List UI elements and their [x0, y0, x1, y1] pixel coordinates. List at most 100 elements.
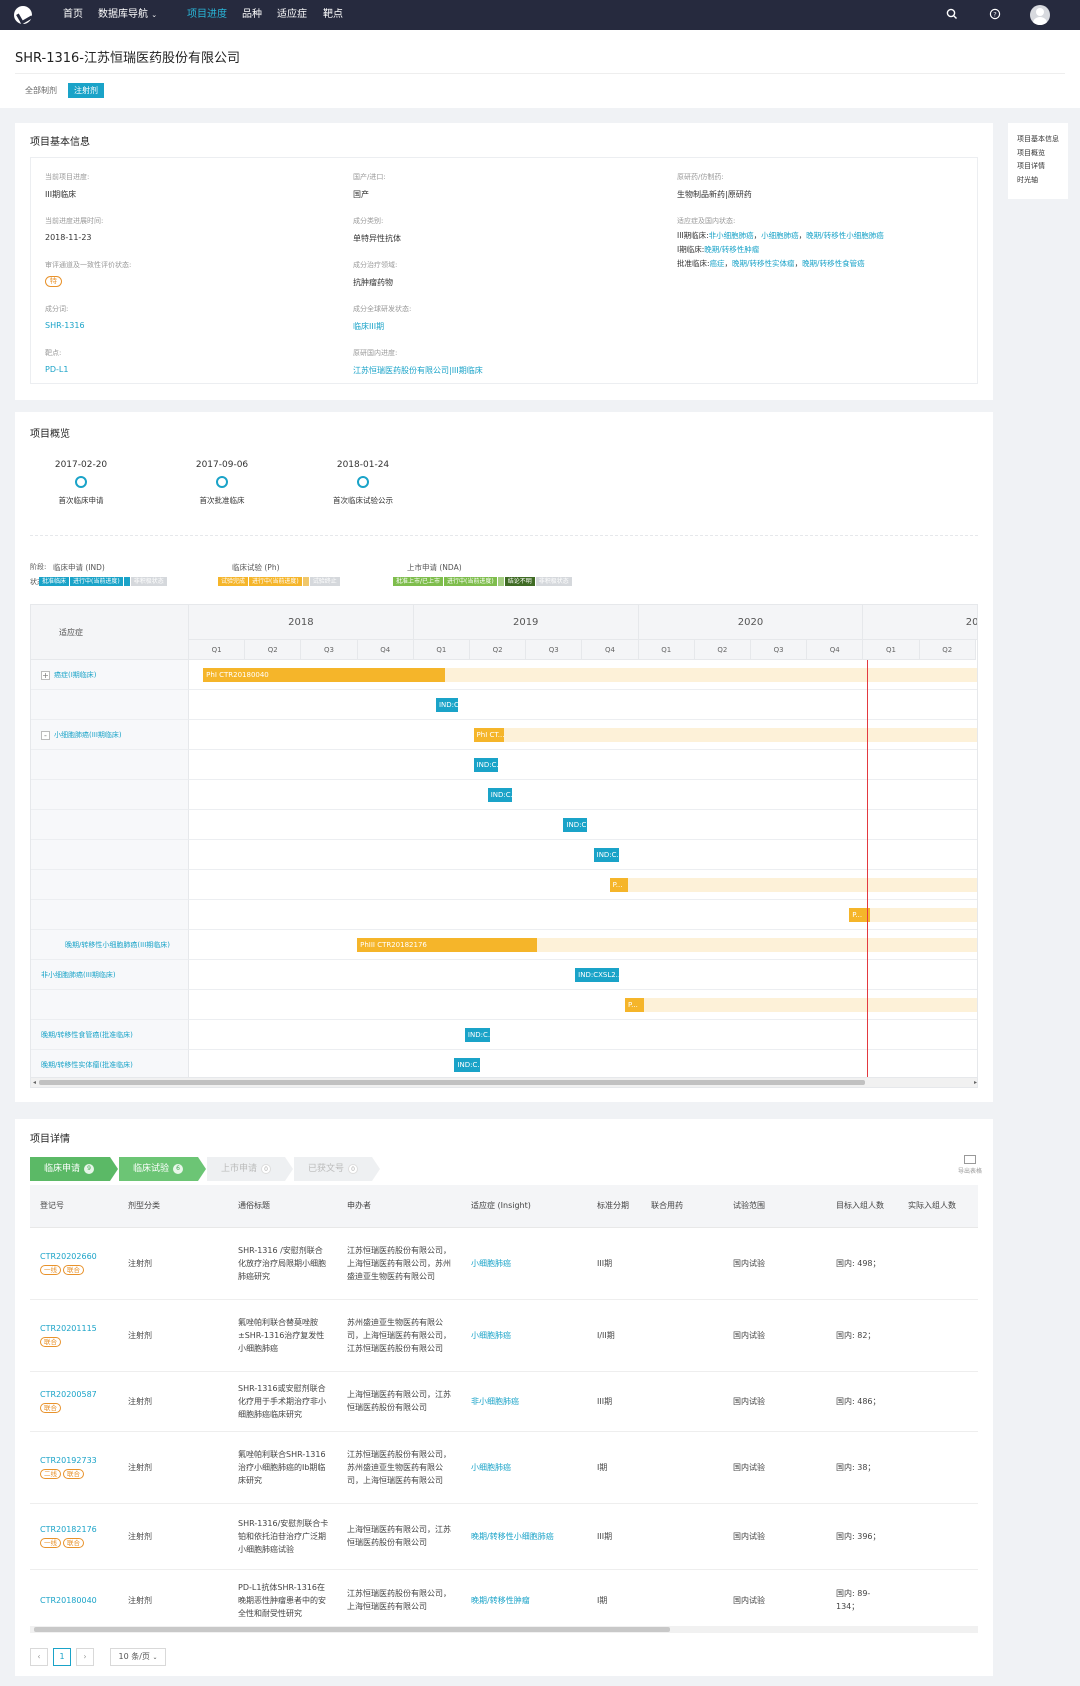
original-domestic-link[interactable]: 江苏恒瑞医药股份有限公司|III期临床 [353, 365, 653, 376]
gantt-horizontal-scrollbar[interactable]: ◂ ▸ [31, 1077, 977, 1087]
nav-variety[interactable]: 品种 [242, 0, 262, 30]
line-tag-badge: 二线 [40, 1469, 61, 1479]
nav-indication[interactable]: 适应症 [277, 0, 307, 30]
indication-link[interactable]: 晚期/转移性实体瘤 [732, 259, 795, 268]
indication-link[interactable]: 晚期/转移性肿瘤 [471, 1594, 579, 1607]
nav-project-progress[interactable]: 项目进度 [187, 0, 227, 30]
step-clinical-trial[interactable]: 临床试验 6 [119, 1157, 198, 1181]
indication-link[interactable]: 小细胞肺癌 [471, 1329, 579, 1342]
next-page-button[interactable]: › [76, 1648, 94, 1666]
gantt-row-label[interactable]: + 癌症(I期临床) [31, 660, 189, 690]
anchor-overview[interactable]: 项目概览 [1017, 147, 1068, 161]
gantt-ind-bar[interactable]: IND:C... [435, 698, 459, 712]
tab-injection[interactable]: 注射剂 [68, 83, 104, 98]
gantt-row-label-text: 小细胞肺癌(III期临床) [54, 731, 122, 739]
anchor-basic-info[interactable]: 项目基本信息 [1017, 133, 1068, 147]
column-header: 登记号 [30, 1185, 118, 1228]
review-status-badge: 特 [45, 276, 62, 287]
table-row: CTR20200587 联合 注射剂 SHR-1316或安慰剂联合化疗用于手术期治疗非… [30, 1371, 978, 1432]
cell-sponsor: 江苏恒瑞医药股份有限公司，苏州盛迪亚生物医药有限公司，上海恒瑞医药有限公司 [337, 1431, 461, 1504]
page-size-select[interactable]: 10 条/页 ⌄ [110, 1648, 166, 1666]
step-arrow-icon [285, 1157, 293, 1181]
indication-link[interactable]: 非小细胞肺癌 [709, 231, 754, 240]
field-orig: 原研药/仿制药: 生物制品新药|原研药 [677, 172, 977, 200]
gantt-row-label-text: 晚期/转移性实体瘤(批准临床) [41, 1061, 133, 1069]
indication-link[interactable]: 癌症 [710, 259, 725, 268]
anchor-details[interactable]: 项目详情 [1017, 160, 1068, 174]
step-approval-number[interactable]: 已获文号 0 [294, 1157, 372, 1181]
gantt-indication-header: 适应症 [31, 605, 189, 660]
step-clinical-application[interactable]: 临床申请 9 [30, 1157, 110, 1181]
gantt-ind-bar[interactable]: IND:C... [454, 1058, 480, 1072]
field-global-label: 成分全球研发状态: [353, 305, 412, 313]
page-1-button[interactable]: 1 [53, 1648, 71, 1666]
indication-link[interactable]: 小细胞肺癌 [471, 1461, 579, 1474]
indication-link[interactable]: 小细胞肺癌 [761, 231, 799, 240]
step-market-application[interactable]: 上市申请 0 [207, 1157, 285, 1181]
legend-chip: 批准上市/已上市 [393, 576, 444, 586]
user-avatar[interactable] [1030, 5, 1050, 25]
indication-link[interactable]: 小细胞肺癌 [471, 1257, 579, 1270]
tab-all-forms[interactable]: 全部制剂 [19, 83, 63, 98]
registration-link[interactable]: CTR20202660 [40, 1250, 110, 1263]
gantt-row-label[interactable]: 晚期/转移性食管癌(批准临床) [31, 1020, 189, 1050]
table-horizontal-scrollbar[interactable] [30, 1626, 978, 1633]
registration-link[interactable]: CTR20201115 [40, 1322, 110, 1335]
legend-stage-name: 临床试验 (Ph) [232, 563, 280, 572]
global-status-link[interactable]: 临床III期 [353, 321, 653, 332]
gantt-year-label: 2020 [638, 605, 864, 640]
gantt-quarter-label: Q4 [807, 640, 864, 660]
gantt-quarter-label: Q2 [919, 640, 976, 660]
nav-target[interactable]: 靶点 [323, 0, 343, 30]
gantt-row-label[interactable]: 非小细胞肺癌(III期临床) [31, 960, 189, 990]
gantt-ind-bar[interactable]: IND:C... [563, 818, 588, 832]
collapse-icon[interactable]: - [41, 730, 50, 740]
search-icon[interactable] [945, 8, 959, 22]
gantt-ind-bar[interactable]: IND:C... [473, 758, 499, 772]
gantt-ind-bar[interactable]: IND:C... [487, 788, 513, 802]
nav-database[interactable]: 数据库导航 ⌄ [98, 0, 157, 30]
gantt-row-track [189, 1050, 977, 1080]
gantt-trial-bar[interactable]: P... [609, 878, 629, 892]
scroll-right-icon[interactable]: ▸ [974, 1078, 977, 1087]
scroll-left-icon[interactable]: ◂ [33, 1078, 36, 1087]
registration-link[interactable]: CTR20200587 [40, 1388, 110, 1401]
field-origin: 国产/进口: 国产 [353, 172, 653, 200]
prev-page-button[interactable]: ‹ [30, 1648, 48, 1666]
gantt-trial-bar[interactable]: PhIII CTR20182176 [357, 938, 537, 952]
indication-link[interactable]: 晚期/转移性食管癌 [802, 259, 865, 268]
gantt-ind-bar[interactable]: IND:CXSL2... [575, 968, 619, 982]
indication-link[interactable]: 晚期/转移性肿瘤 [704, 245, 759, 254]
indication-link[interactable]: 晚期/转移性小细胞肺癌 [806, 231, 884, 240]
scroll-thumb[interactable] [39, 1080, 865, 1085]
legend-chip: 批准临床 [39, 576, 70, 586]
gantt-row-label[interactable]: 晚期/转移性实体瘤(批准临床) [31, 1050, 189, 1080]
table-row: CTR20182176 一线 联合 注射剂 SHR-1316/安慰剂联合卡铂和依托泊苷治… [30, 1503, 978, 1570]
gantt-quarter-label: Q1 [413, 640, 470, 660]
gantt-trial-bar[interactable]: PhI CT... [473, 728, 504, 742]
expand-icon[interactable]: + [41, 670, 50, 680]
indication-link[interactable]: 非小细胞肺癌 [471, 1395, 579, 1408]
gantt-trial-bar[interactable]: P... [625, 998, 645, 1012]
anchor-timeline[interactable]: 时光轴 [1017, 174, 1068, 188]
export-table-button[interactable]: 导出表格 [950, 1155, 990, 1175]
scroll-thumb[interactable] [34, 1627, 670, 1632]
gantt-trial-bar[interactable]: PhI CTR20180040 [203, 668, 445, 682]
gantt-row-label[interactable]: - 小细胞肺癌(III期临床) [31, 720, 189, 750]
gantt-quarter-label: Q1 [189, 640, 246, 660]
indication-link[interactable]: 晚期/转移性小细胞肺癌 [471, 1530, 579, 1543]
registration-link[interactable]: CTR20182176 [40, 1523, 110, 1536]
target-link[interactable]: PD-L1 [45, 365, 345, 374]
help-icon[interactable]: ? [988, 8, 1002, 22]
gantt-quarter-label: Q2 [245, 640, 302, 660]
gantt-ind-bar[interactable]: IND:C... [593, 848, 619, 862]
app-logo-icon[interactable] [14, 6, 32, 24]
legend-state-chips: 批准上市/已上市 进行中(当前进度) 结论不明 非积极状态 [393, 576, 573, 586]
nav-home[interactable]: 首页 [63, 0, 83, 30]
registration-link[interactable]: CTR20192733 [40, 1454, 110, 1467]
line-tag-badge: 联合 [63, 1538, 84, 1548]
gantt-row-label[interactable]: 晚期/转移性小细胞肺癌(III期临床) [31, 930, 189, 960]
registration-link[interactable]: CTR20180040 [40, 1594, 110, 1607]
gantt-ind-bar[interactable]: IND:C... [464, 1028, 491, 1042]
ingredient-link[interactable]: SHR-1316 [45, 321, 345, 330]
